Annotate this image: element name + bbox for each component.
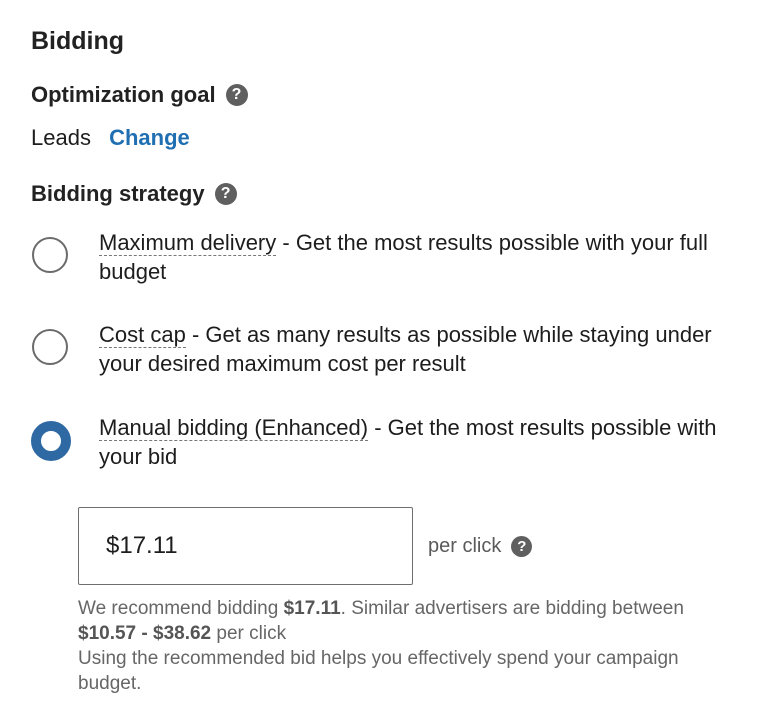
option-name[interactable]: Manual bidding (Enhanced)	[99, 415, 369, 441]
per-click-label: per click	[428, 535, 502, 557]
optimization-goal-label: Optimization goal	[31, 82, 216, 107]
optimization-goal-row: Leads Change	[31, 125, 190, 151]
bidding-strategy-heading: Bidding strategy ?	[31, 181, 237, 207]
optimization-goal-heading: Optimization goal ?	[31, 82, 248, 108]
option-cost-cap: Cost cap - Get as many results as possib…	[99, 320, 749, 378]
bid-range: $10.57 - $38.62	[78, 623, 212, 644]
question-circle-icon[interactable]: ?	[214, 183, 237, 205]
radio-maximum-delivery[interactable]	[32, 237, 68, 273]
recommendation-prefix: We recommend bidding	[78, 598, 284, 619]
optimization-goal-value: Leads	[31, 125, 91, 150]
bidding-strategy-label: Bidding strategy	[31, 181, 205, 206]
question-circle-icon[interactable]: ?	[225, 84, 248, 106]
recommendation-suffix: per click	[211, 623, 287, 644]
bid-amount-input[interactable]	[78, 507, 413, 585]
option-maximum-delivery: Maximum delivery - Get the most results …	[99, 228, 749, 286]
option-name[interactable]: Cost cap	[99, 322, 186, 348]
radio-manual-bidding[interactable]	[31, 421, 71, 461]
change-link[interactable]: Change	[109, 125, 190, 150]
recommendation-middle: . Similar advertisers are bidding betwee…	[340, 598, 684, 619]
option-name[interactable]: Maximum delivery	[99, 230, 277, 256]
section-title: Bidding	[31, 27, 125, 55]
recommended-bid: $17.11	[283, 598, 341, 619]
option-description: - Get as many results as possible while …	[99, 322, 712, 376]
question-circle-icon[interactable]: ?	[511, 536, 533, 557]
bid-guidance-text: Using the recommended bid helps you effe…	[78, 648, 679, 694]
per-click-label-row: per click ?	[428, 535, 533, 558]
bid-recommendation-text: We recommend bidding $17.11. Similar adv…	[78, 596, 738, 646]
radio-cost-cap[interactable]	[32, 329, 68, 365]
option-manual-bidding: Manual bidding (Enhanced) - Get the most…	[99, 413, 749, 471]
